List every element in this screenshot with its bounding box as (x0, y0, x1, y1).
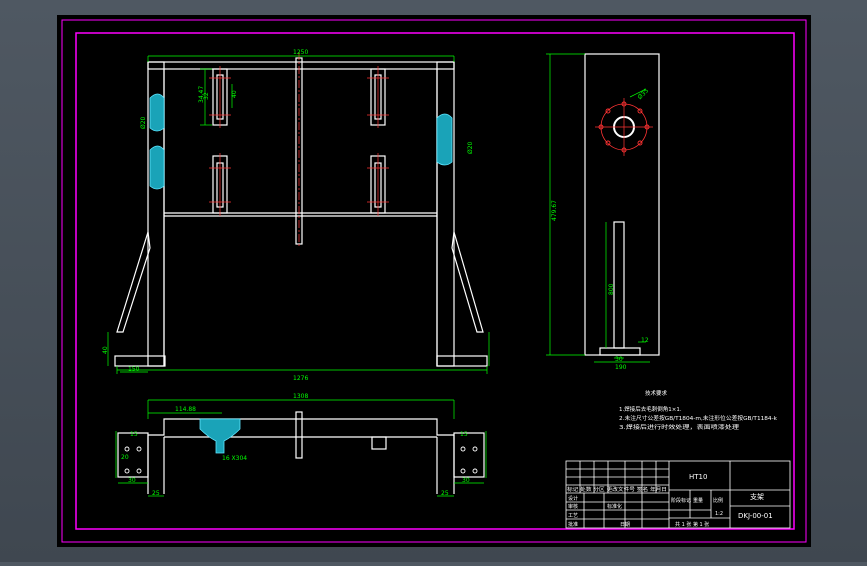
weld-note: 16 X304 (222, 455, 247, 462)
dim-plan-right-w: 30 (462, 477, 470, 484)
notes-title: 技术要求 (645, 389, 668, 397)
dim-slot-c: 40 (231, 90, 238, 98)
dim-slot-b: 32 (203, 92, 210, 100)
dim-left-foot-height: 40 (102, 346, 109, 354)
notes-line-2: 2.未注尺寸公差按GB/T1804-m,未注形位公差按GB/T1184-k (619, 414, 778, 422)
title-row-approve: 批准 (568, 521, 578, 528)
dim-left-foot-width: 150 (128, 366, 140, 373)
dim-post-width: 30 (615, 356, 623, 363)
title-header-row: 标记 处数 分区 更改文件号 签名 年月日 (567, 486, 667, 493)
dim-base-width: 190 (615, 364, 627, 371)
dim-top-width: 1250 (293, 49, 308, 56)
dim-plan-width: 1308 (293, 393, 308, 400)
dim-post-height: 800 (608, 283, 615, 295)
title-material: HT10 (689, 473, 707, 481)
title-weight: 重量 (693, 497, 703, 504)
drawing-sheet (57, 15, 811, 547)
dim-side-height: 479.67 (551, 200, 558, 221)
dim-base-h: 12 (641, 337, 649, 344)
notes-line-3: 3.焊接后进行时效处理，表面喷漆处理 (619, 423, 740, 431)
title-std: 标准化 (607, 503, 622, 510)
title-stage: 阶段标记 (671, 497, 691, 504)
cad-viewport[interactable]: 1250 34.47 32 40 Ø20 Ø20 1276 40 150 130… (0, 0, 867, 562)
title-row-process: 工艺 (568, 513, 578, 519)
dim-plan-right-w2: 25 (441, 490, 449, 497)
title-scale: 1:2 (715, 511, 723, 517)
dim-plan-left-w: 30 (128, 477, 136, 484)
title-ratio: 比例 (713, 497, 723, 504)
notes-line-1: 1.焊接后去毛刺倒角1×1. (619, 405, 682, 413)
dim-plan-left-h: 15 (130, 431, 138, 438)
dim-plan-right-h: 15 (460, 431, 468, 438)
title-drawing-no: DKJ-00-01 (738, 512, 773, 520)
dim-gusset-left: Ø20 (140, 116, 147, 129)
dim-plan-bolt: 20 (121, 454, 129, 461)
title-row-review: 审核 (568, 503, 578, 510)
title-row-design: 设计 (568, 495, 578, 502)
title-sheet-info: 共 1 张 第 1 张 (675, 521, 709, 528)
title-part-name: 支架 (750, 492, 764, 501)
dim-plan-left-w2: 25 (152, 490, 160, 497)
dim-inner-width: 1276 (293, 375, 308, 382)
dim-gusset-right: Ø20 (467, 141, 474, 154)
title-date: 日期 (620, 522, 630, 528)
dim-plan-slot: 114.88 (175, 406, 196, 413)
